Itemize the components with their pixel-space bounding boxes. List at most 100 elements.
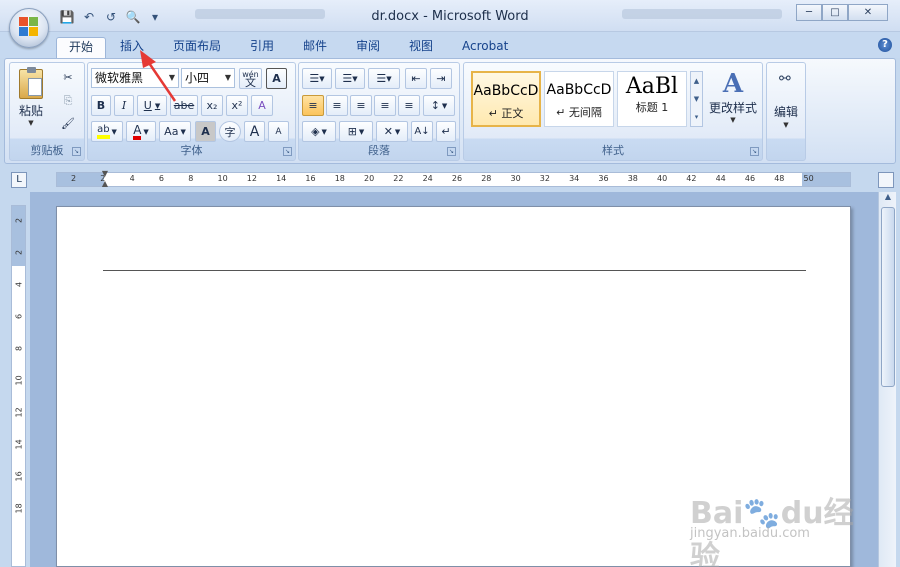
phonetic-char: 文 — [245, 75, 256, 89]
clear-formatting-button[interactable]: A — [251, 95, 273, 116]
chevron-down-icon: ▼ — [783, 121, 789, 129]
numbering-button[interactable]: ☰ ▼ — [335, 68, 365, 89]
numbering-icon: ☰ — [342, 72, 353, 85]
vertical-ruler[interactable]: 2 2 4 6 8 10 12 14 16 18 — [11, 205, 26, 567]
distributed-button[interactable]: ≡ — [398, 95, 420, 116]
paste-label: 粘贴 — [18, 104, 43, 118]
shrink-font-button[interactable]: A — [268, 121, 289, 142]
increase-indent-button[interactable]: ⇥ — [430, 68, 452, 89]
maximize-button[interactable]: □ — [822, 4, 848, 21]
style-heading-1[interactable]: AaBl 标题 1 — [617, 71, 687, 127]
tab-acrobat[interactable]: Acrobat — [450, 37, 520, 58]
decrease-indent-button[interactable]: ⇤ — [405, 68, 427, 89]
paste-button[interactable]: 粘贴 ▼ — [14, 67, 48, 137]
chevron-up-icon[interactable]: ▲ — [691, 72, 702, 90]
ruler-tick-label: 40 — [657, 174, 668, 183]
more-styles-icon[interactable]: ▾ — [691, 108, 702, 126]
sort-button[interactable]: A↓ — [411, 121, 433, 142]
strikethrough-button[interactable]: abe — [170, 95, 198, 116]
chevron-down-icon: ▼ — [394, 127, 401, 136]
change-styles-icon: A — [722, 69, 744, 99]
style-normal[interactable]: AaBbCcD ↵ 正文 — [471, 71, 541, 127]
phonetic-guide-button[interactable]: wén 文 — [239, 68, 262, 89]
chevron-down-icon[interactable]: ▼ — [166, 69, 178, 87]
paragraph-launcher-icon[interactable]: ↘ — [447, 147, 456, 156]
tab-references[interactable]: 引用 — [238, 37, 286, 58]
vertical-ruler-tick-label: 14 — [14, 439, 24, 450]
binoculars-icon: ⚯ — [779, 71, 791, 87]
bullets-button[interactable]: ☰ ▼ — [302, 68, 332, 89]
tab-page-layout[interactable]: 页面布局 — [161, 37, 233, 58]
underline-button[interactable]: U ▼ — [137, 95, 167, 116]
scroll-up-icon[interactable]: ▲ — [880, 192, 896, 206]
scroll-thumb[interactable] — [881, 207, 895, 387]
font-name-combo[interactable]: 微软雅黑 ▼ — [91, 68, 179, 88]
ruler-tick-label: 20 — [364, 174, 375, 183]
copy-icon[interactable]: ⎘ — [58, 90, 78, 111]
change-styles-button[interactable]: A 更改样式 ▼ — [706, 67, 760, 137]
office-button[interactable] — [9, 8, 49, 48]
superscript-button[interactable]: x² — [226, 95, 248, 116]
grow-font-button[interactable]: A — [244, 121, 265, 142]
format-painter-icon[interactable]: 🖌 — [58, 113, 78, 134]
font-launcher-icon[interactable]: ↘ — [283, 147, 292, 156]
indent-marker-icon[interactable]: ▼ ▲ — [100, 169, 110, 189]
chevron-down-icon: ▼ — [111, 127, 117, 136]
style-no-spacing[interactable]: AaBbCcD ↵ 无间隔 — [544, 71, 614, 127]
justify-button[interactable]: ≡ — [374, 95, 396, 116]
chevron-down-icon: ▼ — [386, 74, 392, 83]
cut-icon[interactable]: ✂ — [58, 67, 78, 88]
vertical-scrollbar[interactable]: ▲ — [878, 192, 896, 567]
highlight-button[interactable]: ab ▼ — [91, 121, 123, 142]
enclose-characters-button[interactable]: 字 — [219, 121, 241, 142]
close-button[interactable]: ✕ — [848, 4, 888, 21]
borders-button[interactable]: ⊞ ▼ — [339, 121, 373, 142]
center-button[interactable]: ≡ — [326, 95, 348, 116]
character-border-button[interactable]: A — [266, 68, 287, 89]
change-case-label: Aa — [164, 125, 179, 138]
chevron-down-icon[interactable]: ▼ — [222, 69, 234, 87]
minimize-button[interactable]: ─ — [796, 4, 822, 21]
help-icon[interactable]: ? — [878, 38, 892, 52]
clipboard-launcher-icon[interactable]: ↘ — [72, 147, 81, 156]
bold-button[interactable]: B — [91, 95, 111, 116]
tab-mailings[interactable]: 邮件 — [291, 37, 339, 58]
tab-review[interactable]: 审阅 — [344, 37, 392, 58]
chinese-layout-button[interactable]: ✕ ▼ — [376, 121, 408, 142]
multilevel-list-button[interactable]: ☰ ▼ — [368, 68, 400, 89]
view-ruler-button[interactable] — [878, 172, 894, 188]
italic-button[interactable]: I — [114, 95, 134, 116]
ruler-tick-label: 26 — [451, 174, 463, 183]
shading-icon: ◈ — [311, 125, 320, 138]
show-marks-button[interactable]: ↵ — [436, 121, 456, 142]
editing-group[interactable]: ⚯ 编辑 ▼ — [766, 62, 806, 161]
font-color-button[interactable]: A ▼ — [126, 121, 156, 142]
tab-insert[interactable]: 插入 — [108, 37, 156, 58]
shading-button[interactable]: ◈ ▼ — [302, 121, 336, 142]
left-margin — [57, 173, 104, 186]
ruler-tick-label: 22 — [393, 174, 404, 183]
editing-label: 编辑 — [773, 105, 798, 119]
chevron-down-icon: ▼ — [730, 116, 736, 124]
paragraph-group: ☰ ▼ ☰ ▼ ☰ ▼ ⇤ ⇥ ≡ ≡ ≡ ≡ ≡ ↕ ▼ ◈ ▼ ⊞ ▼ ✕ ▼ A↓ ↵ … — [298, 62, 460, 161]
vertical-ruler-tick-label: 6 — [14, 313, 24, 320]
character-shading-button[interactable]: A — [195, 121, 216, 142]
font-size-combo[interactable]: 小四 ▼ — [181, 68, 235, 88]
tab-view[interactable]: 视图 — [397, 37, 445, 58]
subscript-button[interactable]: x₂ — [201, 95, 223, 116]
tab-home[interactable]: 开始 — [56, 37, 107, 58]
chevron-down-icon: ▼ — [358, 127, 365, 136]
line-spacing-button[interactable]: ↕ ▼ — [423, 95, 455, 116]
change-case-button[interactable]: Aa ▼ — [159, 121, 191, 142]
horizontal-ruler[interactable]: 2 2 4 6 8 10 12 14 16 18 20 22 24 26 28 30 32 34 36 38 40 42 4… — [56, 169, 851, 189]
chevron-down-icon[interactable]: ▼ — [691, 90, 702, 108]
styles-launcher-icon[interactable]: ↘ — [750, 147, 759, 156]
bullets-icon: ☰ — [309, 72, 320, 85]
change-styles-label: 更改样式 — [708, 101, 757, 115]
tab-selector[interactable]: L — [11, 172, 27, 188]
align-left-button[interactable]: ≡ — [302, 95, 324, 116]
vertical-ruler-tick-label: 2 — [14, 217, 24, 224]
baidu-watermark: Bai🐾du经验 jingyan.baidu.com — [690, 488, 880, 567]
align-right-button[interactable]: ≡ — [350, 95, 372, 116]
styles-group-label: 样式 — [602, 144, 624, 157]
